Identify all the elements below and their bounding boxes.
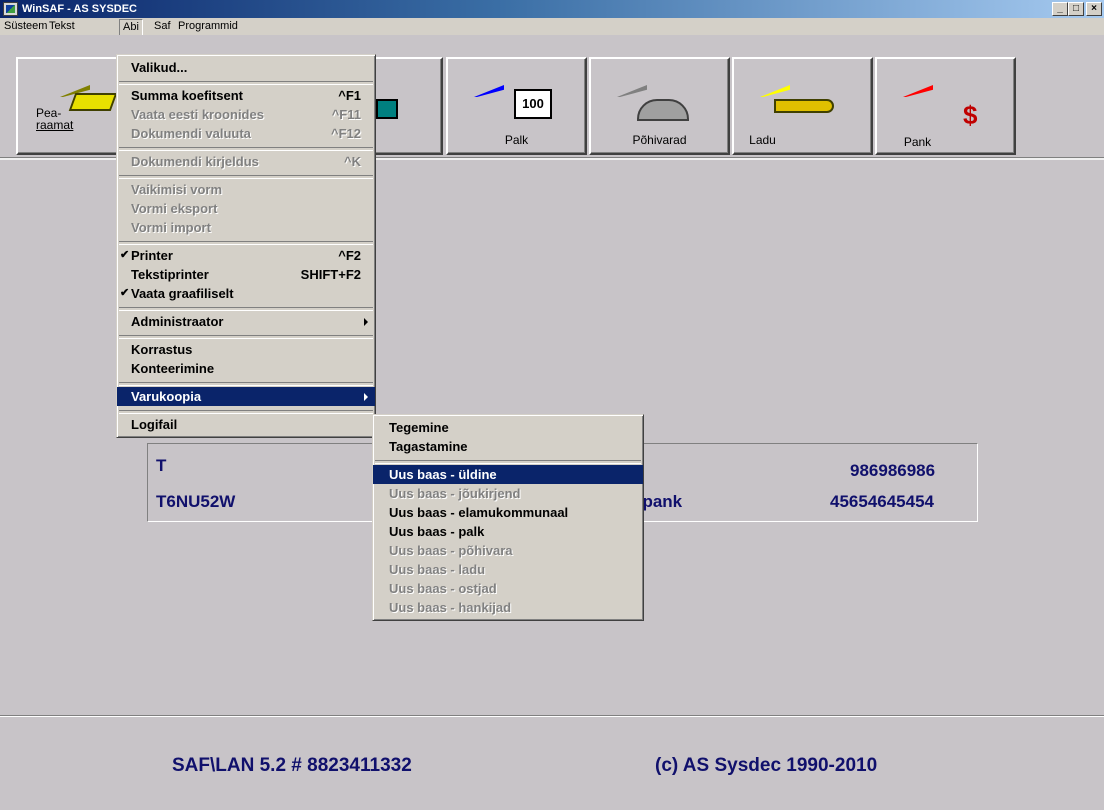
menu-item-label: Printer bbox=[131, 248, 173, 263]
hangar-icon bbox=[637, 99, 689, 121]
menu-item-uus-hankijad: Uus baas - hankijad bbox=[389, 600, 512, 615]
menu-item-label: Vaata eesti kroonides bbox=[131, 107, 264, 122]
menu-item-uus-ostjad: Uus baas - ostjad bbox=[389, 581, 497, 596]
menu-item-uus-elamukommunaal[interactable]: Uus baas - elamukommunaal bbox=[373, 503, 643, 522]
menu-abi[interactable]: Abi bbox=[119, 19, 143, 36]
menu-item-konteerimine[interactable]: Konteerimine bbox=[117, 359, 375, 378]
menu-item-label: Tekstiprinter bbox=[131, 267, 209, 282]
palk-label: Palk bbox=[504, 133, 529, 147]
minimize-button[interactable]: _ bbox=[1052, 2, 1068, 16]
flag-icon bbox=[617, 85, 647, 97]
title-bar: WinSAF - AS SYSDEC _ □ × bbox=[0, 0, 1104, 18]
menu-susteem[interactable]: Süsteem bbox=[1, 18, 50, 35]
menu-separator bbox=[117, 331, 375, 340]
menu-item-korrastus[interactable]: Korrastus bbox=[117, 340, 375, 359]
menu-item-dok-valuuta: Dokumendi valuuta ^F12 bbox=[117, 124, 375, 143]
info-row1-left: T bbox=[156, 456, 167, 475]
menu-item-label: Varukoopia bbox=[131, 389, 202, 404]
menu-item-uus-uldine[interactable]: Uus baas - üldine bbox=[373, 465, 643, 484]
footer-divider bbox=[0, 715, 1104, 717]
check-icon: ✔ bbox=[120, 249, 130, 261]
menu-item-tekstiprinter[interactable]: Tekstiprinter SHIFT+F2 bbox=[117, 265, 375, 284]
version-text: SAF\LAN 5.2 # 8823411332 bbox=[172, 755, 412, 776]
key-icon bbox=[774, 99, 834, 113]
pank-button[interactable]: $ Pank bbox=[875, 57, 1016, 155]
menu-separator bbox=[117, 406, 375, 415]
menu-separator bbox=[117, 237, 375, 246]
menu-separator bbox=[117, 303, 375, 312]
window-controls: _ □ × bbox=[1052, 2, 1102, 16]
label-line2: raamat bbox=[36, 118, 74, 132]
flag-icon bbox=[474, 85, 504, 97]
shortcut-label: ^F2 bbox=[338, 248, 361, 263]
menu-item-uus-pohivara: Uus baas - põhivara bbox=[389, 543, 513, 558]
menu-item-uus-palk[interactable]: Uus baas - palk bbox=[373, 522, 643, 541]
calendar-icon: 100 bbox=[514, 89, 552, 119]
app-icon[interactable] bbox=[3, 2, 18, 16]
menu-item-uus-ladu: Uus baas - ladu bbox=[389, 562, 486, 577]
menu-item-varukoopia[interactable]: Varukoopia bbox=[117, 387, 375, 406]
menu-separator bbox=[117, 171, 375, 180]
menu-tekst[interactable]: Tekst bbox=[46, 18, 78, 35]
copyright-text: (c) AS Sysdec 1990-2010 bbox=[655, 755, 878, 776]
menu-saf[interactable]: Saf bbox=[151, 18, 174, 35]
menu-item-tagastamine[interactable]: Tagastamine bbox=[373, 437, 643, 456]
menu-item-valikud[interactable]: Valikud... bbox=[117, 58, 375, 77]
submenu-arrow-icon bbox=[364, 318, 368, 326]
shortcut-label: ^F11 bbox=[331, 107, 361, 122]
dollar-icon: $ bbox=[963, 100, 978, 130]
menu-separator bbox=[117, 378, 375, 387]
menu-item-vaikimisi-vorm: Vaikimisi vorm bbox=[131, 182, 223, 197]
menu-item-summa-koefitsent[interactable]: Summa koefitsent ^F1 bbox=[117, 86, 375, 105]
menu-item-tegemine[interactable]: Tegemine bbox=[373, 418, 643, 437]
menu-item-vormi-import: Vormi import bbox=[131, 220, 211, 235]
varukoopia-submenu: Tegemine Tagastamine Uus baas - üldine U… bbox=[372, 414, 644, 621]
menu-bar: Süsteem Tekst Abi Saf Programmid bbox=[0, 18, 1104, 36]
info-row1-right: 986986986 bbox=[850, 461, 936, 480]
abi-menu: Valikud... Summa koefitsent ^F1 Vaata ee… bbox=[116, 54, 376, 438]
ladu-label: Ladu bbox=[749, 133, 776, 147]
shortcut-label: SHIFT+F2 bbox=[300, 267, 361, 282]
menu-item-dok-kirjeldus: Dokumendi kirjeldus ^K bbox=[117, 152, 375, 171]
menu-item-logifail[interactable]: Logifail bbox=[117, 415, 375, 434]
menu-item-label: Summa koefitsent bbox=[131, 88, 243, 103]
menu-item-label: Vaata graafiliselt bbox=[131, 286, 234, 301]
shortcut-label: ^F1 bbox=[338, 88, 361, 103]
menu-item-administraator[interactable]: Administraator bbox=[117, 312, 375, 331]
menu-item-vaata-eesti: Vaata eesti kroonides ^F11 bbox=[117, 105, 375, 124]
flag-icon bbox=[760, 85, 790, 97]
info-row2-right: 45654645454 bbox=[830, 492, 935, 511]
menu-item-printer[interactable]: ✔ Printer ^F2 bbox=[117, 246, 375, 265]
menu-separator bbox=[117, 77, 375, 86]
menu-separator bbox=[117, 143, 375, 152]
maximize-button[interactable]: □ bbox=[1068, 2, 1084, 16]
menu-item-label: Dokumendi kirjeldus bbox=[131, 154, 259, 169]
check-icon: ✔ bbox=[120, 287, 130, 299]
menu-item-label: Administraator bbox=[131, 314, 224, 329]
menu-item-label: Dokumendi valuuta bbox=[131, 126, 251, 141]
book-icon bbox=[68, 93, 118, 111]
flag-icon bbox=[903, 85, 933, 97]
shortcut-label: ^K bbox=[344, 154, 361, 169]
menu-separator bbox=[373, 456, 643, 465]
menu-item-vaata-graafiliselt[interactable]: ✔ Vaata graafiliselt bbox=[117, 284, 375, 303]
pank-label: Pank bbox=[903, 135, 932, 149]
menu-item-uus-joukirjend: Uus baas - jõukirjend bbox=[389, 486, 521, 501]
menu-item-vormi-eksport: Vormi eksport bbox=[131, 201, 218, 216]
shortcut-label: ^F12 bbox=[331, 126, 361, 141]
menu-programmid[interactable]: Programmid bbox=[175, 18, 241, 35]
close-button[interactable]: × bbox=[1086, 2, 1102, 16]
submenu-arrow-icon bbox=[364, 393, 368, 401]
palk-button[interactable]: 100 Palk bbox=[446, 57, 587, 155]
window-title: WinSAF - AS SYSDEC bbox=[22, 3, 138, 15]
info-row2-left: T6NU52W bbox=[156, 492, 236, 511]
truck-icon bbox=[376, 99, 398, 119]
